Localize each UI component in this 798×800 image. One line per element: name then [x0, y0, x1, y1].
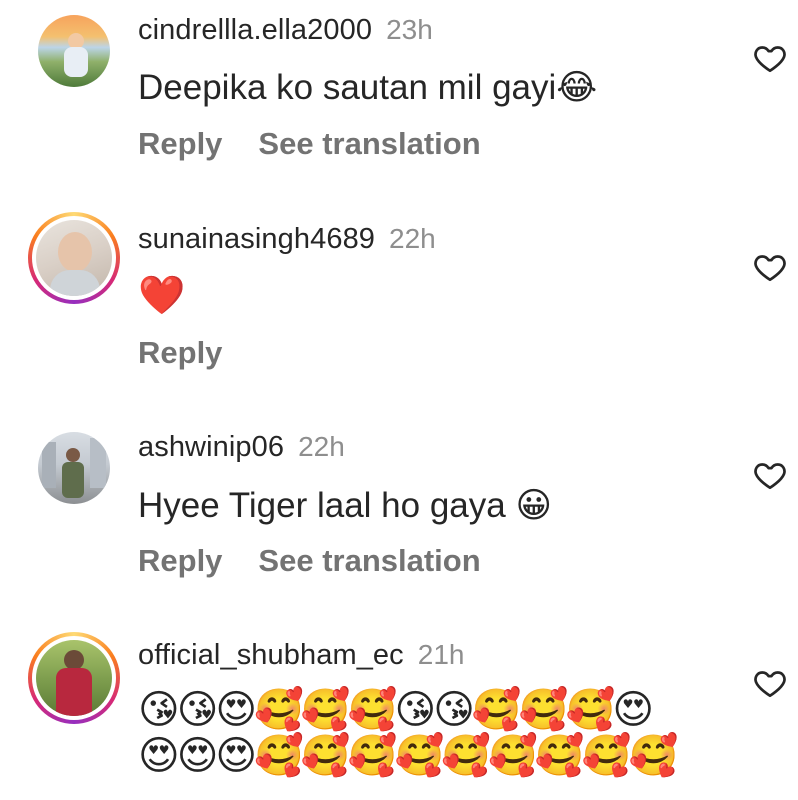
- see-translation-button[interactable]: See translation: [258, 126, 480, 162]
- comment-text: Hyee Tiger laal ho gaya 😀: [138, 486, 552, 525]
- avatar-image: [38, 432, 110, 504]
- reply-button[interactable]: Reply: [138, 543, 222, 579]
- see-translation-button[interactable]: See translation: [258, 543, 480, 579]
- avatar[interactable]: [38, 432, 110, 504]
- comment-time: 21h: [417, 639, 465, 670]
- comment-time: 23h: [386, 14, 433, 45]
- avatar-story-ring[interactable]: [28, 212, 120, 304]
- avatar[interactable]: [38, 15, 110, 87]
- reply-button[interactable]: Reply: [138, 335, 222, 371]
- heart-outline-icon[interactable]: [752, 665, 788, 701]
- reply-button[interactable]: Reply: [138, 126, 222, 162]
- comment-username[interactable]: official_shubham_ec: [138, 639, 404, 672]
- avatar-image: [36, 640, 112, 716]
- avatar-image: [36, 220, 112, 296]
- comment-text: ❤️: [138, 275, 186, 317]
- comment-username[interactable]: cindrellla.ella2000: [138, 14, 372, 47]
- comment-username[interactable]: ashwinip06: [138, 431, 284, 464]
- heart-outline-icon[interactable]: [752, 40, 788, 76]
- avatar-story-ring[interactable]: [28, 632, 120, 724]
- heart-outline-icon[interactable]: [752, 249, 788, 285]
- comment-text: Deepika ko sautan mil gayi😂: [138, 68, 598, 107]
- heart-outline-icon[interactable]: [752, 457, 788, 493]
- comment-time: 22h: [389, 223, 436, 254]
- comment-time: 22h: [298, 431, 345, 462]
- avatar-image: [38, 15, 110, 87]
- comment-emoji-line: 😍😍😍🥰🥰🥰🥰🥰🥰🥰🥰🥰: [138, 734, 678, 778]
- comment-emoji-line: 😘😘😍🥰🥰🥰😘😘🥰🥰🥰😍: [138, 688, 654, 732]
- comment-username[interactable]: sunainasingh4689: [138, 223, 375, 256]
